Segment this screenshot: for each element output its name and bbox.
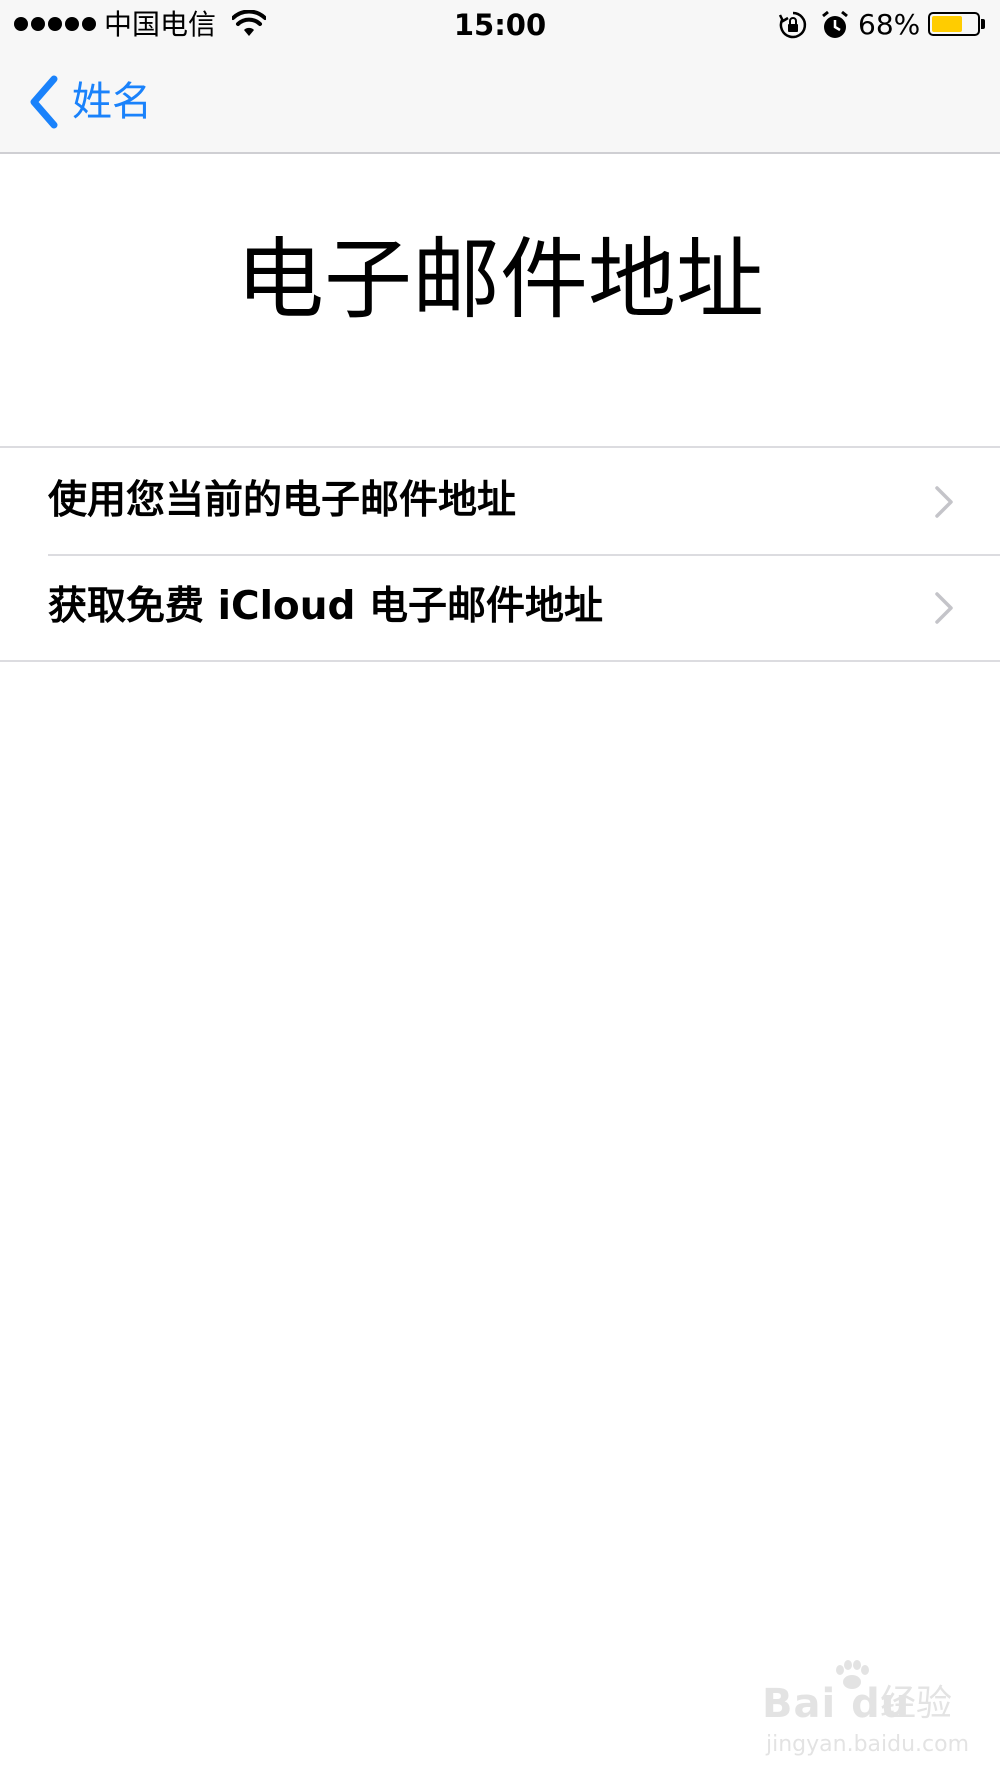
back-button-label: 姓名 — [72, 79, 152, 125]
rotation-lock-icon — [778, 11, 807, 39]
status-bar: 中国电信 15:00 68% — [0, 0, 1000, 50]
status-time: 15:00 — [453, 8, 547, 42]
battery-icon — [928, 12, 980, 36]
back-button[interactable]: 姓名 — [26, 72, 152, 132]
option-label: 使用您当前的电子邮件地址 — [48, 478, 517, 523]
alarm-icon — [822, 10, 848, 38]
battery-fill — [932, 16, 962, 32]
navigation-bar: 姓名 — [0, 50, 1000, 154]
page-title: 电子邮件地址 — [235, 228, 764, 331]
option-label: 获取免费 iCloud 电子邮件地址 — [48, 584, 603, 629]
email-options-list: 使用您当前的电子邮件地址 获取免费 iCloud 电子邮件地址 — [0, 446, 1000, 662]
chevron-left-icon — [30, 75, 58, 129]
watermark-url: jingyan.baidu.com — [766, 1732, 970, 1757]
baidu-jingyan-watermark: Bai du 经验 jingyan.baidu.com — [762, 1660, 972, 1760]
get-free-icloud-email-option[interactable]: 获取免费 iCloud 电子邮件地址 — [0, 554, 1000, 660]
battery-percent: 68% — [858, 8, 921, 41]
watermark-product: 经验 — [880, 1683, 953, 1724]
use-current-email-option[interactable]: 使用您当前的电子邮件地址 — [0, 448, 1000, 554]
battery-cap — [981, 19, 985, 29]
chevron-right-icon — [935, 592, 953, 624]
chevron-right-icon — [935, 486, 953, 518]
